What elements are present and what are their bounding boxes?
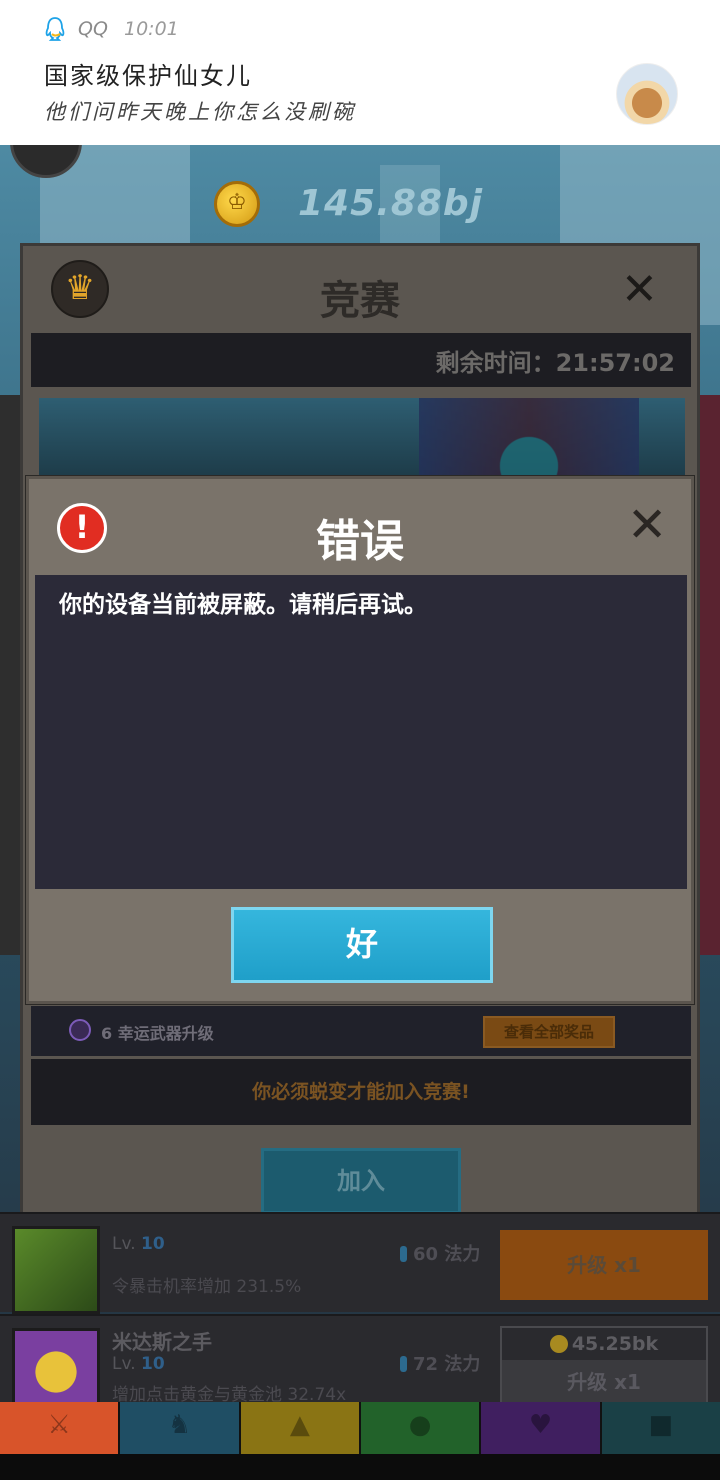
tab-knights[interactable]: ♞ [120, 1402, 241, 1454]
competition-banner [39, 398, 685, 478]
hero-artwork [419, 398, 639, 478]
ok-button[interactable]: 好 [231, 907, 493, 983]
pet-icon: ● [408, 1410, 432, 1440]
tab-shop[interactable]: ■ [601, 1402, 720, 1454]
skill-name: 米达斯之手 [112, 1330, 212, 1354]
armor-shirt-icon: ▲ [289, 1410, 310, 1440]
notification-title: 国家级保护仙女儿 [44, 62, 252, 90]
error-message-area: 你的设备当前被屏蔽。请稍后再试。 [35, 575, 687, 889]
sword-icon: ⚔ [47, 1410, 71, 1440]
skill-level: Lv. 10 [112, 1354, 165, 1374]
skill-description: 令暴击机率增加 231.5% [112, 1277, 302, 1297]
sword-skill-icon [12, 1226, 100, 1314]
contact-avatar [616, 63, 678, 125]
tab-equipment[interactable]: ▲ [240, 1402, 361, 1454]
tab-pets[interactable]: ● [360, 1402, 482, 1454]
coin-icon [549, 1335, 568, 1353]
upgrade-button[interactable]: 升级 x1 [500, 1230, 708, 1300]
qq-notification[interactable]: QQ 10:01 国家级保护仙女儿 他们问昨天晚上你怎么没刷碗 [0, 0, 720, 145]
evolve-notice: 你必须蜕变才能加入竞赛! [31, 1059, 691, 1125]
error-close-icon[interactable]: ✕ [627, 501, 667, 549]
mana-icon [400, 1246, 407, 1262]
upgrade-row: Lv. 10 60 法力 令暴击机率增加 231.5% 升级 x1 [0, 1212, 720, 1314]
knight-helmet-icon: ♞ [167, 1410, 192, 1440]
upgrade-button[interactable]: 45.25bk 升级 x1 [500, 1326, 708, 1406]
upgrade-label: 升级 x1 [567, 1370, 641, 1394]
app-name: QQ [78, 18, 108, 40]
bottom-tab-bar: ⚔ ♞ ▲ ● ♥ ■ [0, 1402, 720, 1454]
notification-time: 10:01 [124, 18, 179, 40]
timer-bar: 剩余时间：21:57:02 [31, 333, 691, 387]
error-title: 错误 [316, 516, 404, 567]
lucky-weapon-icon [69, 1019, 91, 1041]
notification-body: 他们问昨天晚上你怎么没刷碗 [44, 100, 356, 124]
upgrade-cost: 45.25bk [502, 1328, 706, 1360]
view-all-rewards-button[interactable]: 查看全部奖品 [483, 1016, 615, 1048]
tab-heroes-sword[interactable]: ⚔ [0, 1402, 121, 1454]
error-dialog: ! 错误 ✕ 你的设备当前被屏蔽。请稍后再试。 好 [26, 476, 694, 1004]
rewards-text: 6 幸运武器升级 [101, 1024, 214, 1043]
mana-cost: 72 法力 [400, 1350, 480, 1376]
tab-artifacts[interactable]: ♥ [481, 1402, 602, 1454]
chest-icon: ■ [648, 1410, 674, 1440]
join-button[interactable]: 加入 [261, 1148, 461, 1214]
heart-crest-icon: ♥ [528, 1410, 553, 1440]
remaining-time: 剩余时间：21:57:02 [435, 349, 675, 377]
nav-bar-area [0, 1454, 720, 1480]
gold-coin-icon: ♔ [214, 181, 260, 227]
mana-icon [400, 1356, 407, 1372]
competition-title: 竞赛 [320, 278, 400, 324]
error-message: 你的设备当前被屏蔽。请稍后再试。 [59, 592, 427, 618]
qq-icon [45, 17, 65, 41]
upgrade-row: 米达斯之手 Lv. 10 72 法力 增加点击黄金与黄金池 32.74x 45.… [0, 1314, 720, 1416]
mana-cost: 60 法力 [400, 1240, 480, 1266]
competition-close-icon[interactable]: ✕ [621, 268, 658, 312]
screen: ♔ 145.88bj ♛ 竞赛 ✕ 剩余时间：21:57:02 6 幸运武器升级… [0, 0, 720, 1480]
gold-amount: 145.88bj [298, 183, 484, 224]
skill-level: Lv. 10 [112, 1234, 165, 1254]
